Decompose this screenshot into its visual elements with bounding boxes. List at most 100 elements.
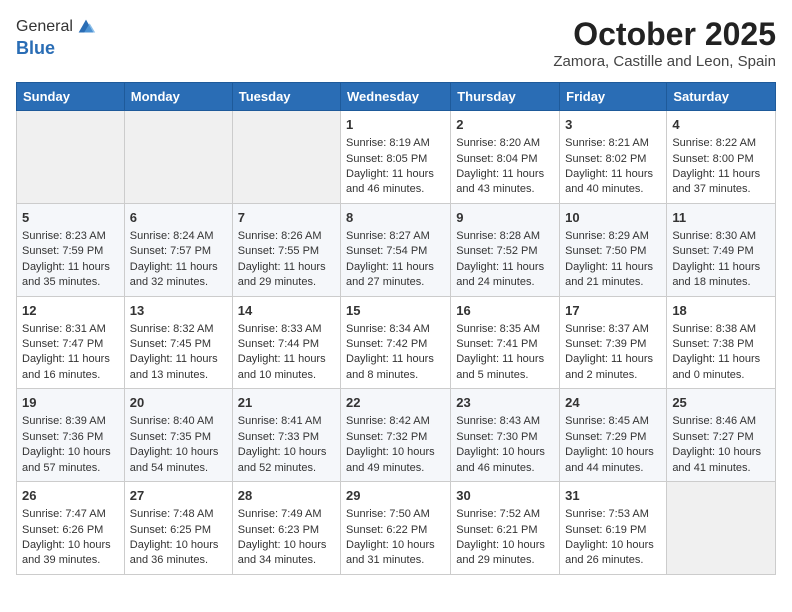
sunset-text: Sunset: 7:32 PM xyxy=(346,430,445,445)
weekday-header-monday: Monday xyxy=(124,83,232,111)
sunrise-text: Sunrise: 8:34 AM xyxy=(346,322,445,337)
daylight-text: Daylight: 10 hours and 49 minutes. xyxy=(346,445,445,476)
calendar-cell: 3Sunrise: 8:21 AMSunset: 8:02 PMDaylight… xyxy=(560,111,667,204)
day-number: 27 xyxy=(130,487,227,505)
logo-general: General xyxy=(16,18,73,36)
calendar-cell xyxy=(124,111,232,204)
day-number: 24 xyxy=(565,394,661,412)
sunset-text: Sunset: 7:52 PM xyxy=(456,244,554,259)
sunset-text: Sunset: 7:33 PM xyxy=(238,430,335,445)
daylight-text: Daylight: 10 hours and 52 minutes. xyxy=(238,445,335,476)
sunrise-text: Sunrise: 8:24 AM xyxy=(130,229,227,244)
sunset-text: Sunset: 8:04 PM xyxy=(456,152,554,167)
day-number: 21 xyxy=(238,394,335,412)
day-number: 13 xyxy=(130,302,227,320)
sunset-text: Sunset: 6:23 PM xyxy=(238,523,335,538)
calendar-cell: 11Sunrise: 8:30 AMSunset: 7:49 PMDayligh… xyxy=(667,203,776,296)
day-number: 14 xyxy=(238,302,335,320)
sunset-text: Sunset: 7:44 PM xyxy=(238,337,335,352)
daylight-text: Daylight: 10 hours and 29 minutes. xyxy=(456,538,554,569)
day-number: 10 xyxy=(565,209,661,227)
calendar-cell: 9Sunrise: 8:28 AMSunset: 7:52 PMDaylight… xyxy=(451,203,560,296)
sunrise-text: Sunrise: 8:37 AM xyxy=(565,322,661,337)
sunset-text: Sunset: 6:21 PM xyxy=(456,523,554,538)
sunrise-text: Sunrise: 8:41 AM xyxy=(238,414,335,429)
sunset-text: Sunset: 6:26 PM xyxy=(22,523,119,538)
sunset-text: Sunset: 7:57 PM xyxy=(130,244,227,259)
day-number: 11 xyxy=(672,209,770,227)
daylight-text: Daylight: 10 hours and 57 minutes. xyxy=(22,445,119,476)
sunrise-text: Sunrise: 8:28 AM xyxy=(456,229,554,244)
daylight-text: Daylight: 11 hours and 18 minutes. xyxy=(672,260,770,291)
sunset-text: Sunset: 7:42 PM xyxy=(346,337,445,352)
weekday-header-thursday: Thursday xyxy=(451,83,560,111)
sunset-text: Sunset: 6:25 PM xyxy=(130,523,227,538)
day-number: 19 xyxy=(22,394,119,412)
sunset-text: Sunset: 7:59 PM xyxy=(22,244,119,259)
sunset-text: Sunset: 6:22 PM xyxy=(346,523,445,538)
daylight-text: Daylight: 11 hours and 29 minutes. xyxy=(238,260,335,291)
daylight-text: Daylight: 10 hours and 44 minutes. xyxy=(565,445,661,476)
sunset-text: Sunset: 7:41 PM xyxy=(456,337,554,352)
day-number: 17 xyxy=(565,302,661,320)
calendar-week-row: 19Sunrise: 8:39 AMSunset: 7:36 PMDayligh… xyxy=(17,389,776,482)
sunrise-text: Sunrise: 8:27 AM xyxy=(346,229,445,244)
daylight-text: Daylight: 10 hours and 41 minutes. xyxy=(672,445,770,476)
daylight-text: Daylight: 10 hours and 26 minutes. xyxy=(565,538,661,569)
calendar-cell: 21 Sunrise: 8:41 AMSunset: 7:33 PMDayligh… xyxy=(232,389,340,482)
sunset-text: Sunset: 7:36 PM xyxy=(22,430,119,445)
calendar-cell: 12Sunrise: 8:31 AMSunset: 7:47 PMDayligh… xyxy=(17,296,125,389)
logo-icon xyxy=(75,16,97,38)
calendar-week-row: 5Sunrise: 8:23 AMSunset: 7:59 PMDaylight… xyxy=(17,203,776,296)
sunset-text: Sunset: 7:54 PM xyxy=(346,244,445,259)
sunrise-text: Sunrise: 7:53 AM xyxy=(565,507,661,522)
calendar-cell: 18Sunrise: 8:38 AMSunset: 7:38 PMDayligh… xyxy=(667,296,776,389)
day-number: 4 xyxy=(672,116,770,134)
sunrise-text: Sunrise: 8:46 AM xyxy=(672,414,770,429)
calendar-cell: 22Sunrise: 8:42 AMSunset: 7:32 PMDayligh… xyxy=(341,389,451,482)
day-number: 6 xyxy=(130,209,227,227)
calendar-cell: 29Sunrise: 7:50 AMSunset: 6:22 PMDayligh… xyxy=(341,482,451,575)
daylight-text: Daylight: 10 hours and 54 minutes. xyxy=(130,445,227,476)
sunset-text: Sunset: 7:47 PM xyxy=(22,337,119,352)
sunset-text: Sunset: 7:29 PM xyxy=(565,430,661,445)
calendar-cell: 19Sunrise: 8:39 AMSunset: 7:36 PMDayligh… xyxy=(17,389,125,482)
calendar-cell xyxy=(17,111,125,204)
sunrise-text: Sunrise: 8:19 AM xyxy=(346,136,445,151)
daylight-text: Daylight: 11 hours and 46 minutes. xyxy=(346,167,445,198)
sunrise-text: Sunrise: 8:30 AM xyxy=(672,229,770,244)
sunrise-text: Sunrise: 7:50 AM xyxy=(346,507,445,522)
daylight-text: Daylight: 10 hours and 46 minutes. xyxy=(456,445,554,476)
calendar-cell: 17Sunrise: 8:37 AMSunset: 7:39 PMDayligh… xyxy=(560,296,667,389)
weekday-header-saturday: Saturday xyxy=(667,83,776,111)
logo-blue: Blue xyxy=(16,38,97,59)
calendar-cell: 16Sunrise: 8:35 AMSunset: 7:41 PMDayligh… xyxy=(451,296,560,389)
daylight-text: Daylight: 11 hours and 40 minutes. xyxy=(565,167,661,198)
day-number: 26 xyxy=(22,487,119,505)
sunset-text: Sunset: 7:55 PM xyxy=(238,244,335,259)
calendar-table: SundayMondayTuesdayWednesdayThursdayFrid… xyxy=(16,82,776,575)
day-number: 20 xyxy=(130,394,227,412)
calendar-cell: 25Sunrise: 8:46 AMSunset: 7:27 PMDayligh… xyxy=(667,389,776,482)
daylight-text: Daylight: 11 hours and 2 minutes. xyxy=(565,352,661,383)
day-number: 5 xyxy=(22,209,119,227)
calendar-cell: 6Sunrise: 8:24 AMSunset: 7:57 PMDaylight… xyxy=(124,203,232,296)
sunrise-text: Sunrise: 8:43 AM xyxy=(456,414,554,429)
calendar-cell: 27Sunrise: 7:48 AMSunset: 6:25 PMDayligh… xyxy=(124,482,232,575)
calendar-cell: 31 Sunrise: 7:53 AMSunset: 6:19 PMDayligh… xyxy=(560,482,667,575)
day-number: 22 xyxy=(346,394,445,412)
day-number: 15 xyxy=(346,302,445,320)
calendar-cell: 30Sunrise: 7:52 AMSunset: 6:21 PMDayligh… xyxy=(451,482,560,575)
weekday-header-friday: Friday xyxy=(560,83,667,111)
calendar-cell xyxy=(667,482,776,575)
daylight-text: Daylight: 11 hours and 43 minutes. xyxy=(456,167,554,198)
month-title: October 2025 xyxy=(553,16,776,53)
day-number: 31 xyxy=(565,487,661,505)
daylight-text: Daylight: 11 hours and 13 minutes. xyxy=(130,352,227,383)
location-title: Zamora, Castille and Leon, Spain xyxy=(553,53,776,70)
sunrise-text: Sunrise: 7:47 AM xyxy=(22,507,119,522)
calendar-cell: 8Sunrise: 8:27 AMSunset: 7:54 PMDaylight… xyxy=(341,203,451,296)
sunrise-text: Sunrise: 8:20 AM xyxy=(456,136,554,151)
sunset-text: Sunset: 6:19 PM xyxy=(565,523,661,538)
sunrise-text: Sunrise: 8:40 AM xyxy=(130,414,227,429)
